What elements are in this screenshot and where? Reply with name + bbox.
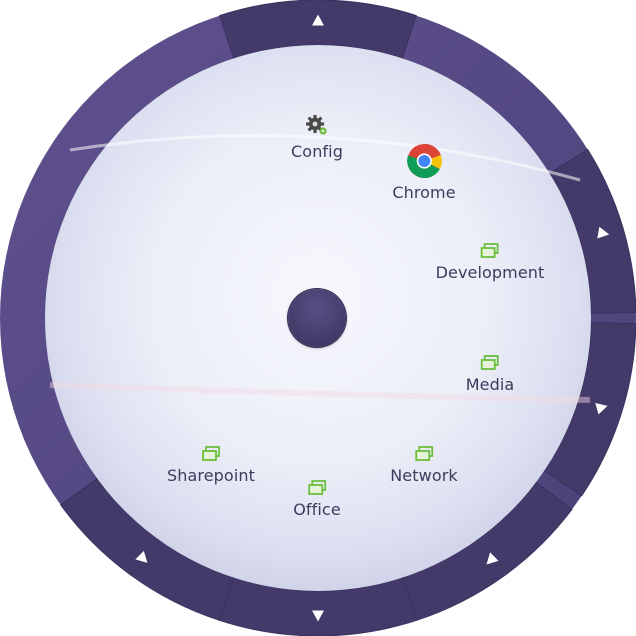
window-group-icon [481, 243, 499, 258]
menu-item-label: Sharepoint [167, 466, 255, 485]
menu-item-sharepoint[interactable]: Sharepoint [167, 446, 255, 485]
window-group-icon [308, 480, 326, 495]
menu-item-chrome[interactable]: Chrome [392, 143, 456, 202]
window-group-icon [202, 446, 220, 461]
window-group-icon [415, 446, 433, 461]
menu-item-config[interactable]: Config [291, 114, 343, 161]
window-group-icon [481, 355, 499, 370]
menu-item-label: Media [465, 375, 515, 394]
menu-item-development[interactable]: Development [436, 243, 545, 282]
menu-item-office[interactable]: Office [293, 480, 341, 519]
menu-item-label: Chrome [392, 183, 456, 202]
menu-item-label: Development [435, 263, 545, 282]
center-circle-button[interactable] [288, 289, 346, 347]
radial-menu: Config Chrome Development Media Network … [0, 0, 636, 636]
menu-item-label: Office [293, 500, 341, 519]
menu-item-label: Config [291, 142, 343, 161]
menu-item-network[interactable]: Network [390, 446, 458, 485]
menu-item-media[interactable]: Media [466, 355, 515, 394]
chrome-icon [406, 143, 442, 179]
gear-icon [306, 115, 327, 135]
menu-item-label: Network [390, 466, 458, 485]
